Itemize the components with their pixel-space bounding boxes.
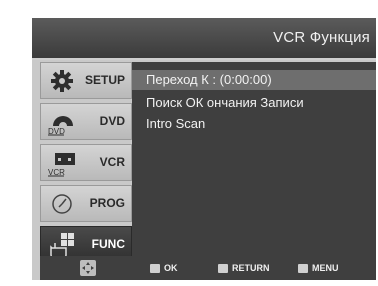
sidebar-item-setup[interactable]: SETUP <box>40 62 132 99</box>
hint-label: RETURN <box>232 263 270 273</box>
hint-ok: OK <box>150 261 178 275</box>
dvd-icon: DVD <box>47 108 77 136</box>
sidebar-item-label: VCR <box>99 155 125 169</box>
sidebar: SETUP DVD DVD VCR VCR PROG FUNC <box>40 62 132 267</box>
menu-item-end-search[interactable]: Поиск ОК ончания Записи <box>132 93 376 113</box>
gear-icon <box>47 67 77 95</box>
hint-label: MENU <box>312 263 339 273</box>
sidebar-item-dvd[interactable]: DVD DVD <box>40 103 132 140</box>
sidebar-item-vcr[interactable]: VCR VCR <box>40 144 132 181</box>
sidebar-item-prog[interactable]: PROG <box>40 185 132 222</box>
sidebar-item-label: PROG <box>89 196 125 210</box>
menu-item-intro-scan[interactable]: Intro Scan <box>132 114 376 134</box>
hint-menu: MENU <box>298 261 339 275</box>
menu-panel: Переход К : (0:00:00) Поиск ОК ончания З… <box>132 62 376 257</box>
footer-hints: OK RETURN MENU <box>132 256 376 280</box>
hint-return: RETURN <box>218 261 270 275</box>
sidebar-item-label: SETUP <box>84 73 125 87</box>
hint-label: OK <box>164 263 178 273</box>
timer-icon <box>47 190 77 218</box>
return-icon <box>218 264 228 274</box>
hand-icon <box>47 231 77 259</box>
menu-icon <box>298 264 308 274</box>
directional-pad-icon <box>79 259 97 277</box>
menu-item-goto[interactable]: Переход К : (0:00:00) <box>132 70 376 90</box>
sidebar-item-label: DVD <box>99 114 125 128</box>
title-bar: VCR Функция <box>32 18 376 60</box>
osd-screen: VCR Функция SETUP DVD DVD VCR VCR PROG F… <box>32 18 376 280</box>
vcr-icon: VCR <box>47 149 77 177</box>
page-title: VCR Функция <box>273 29 370 46</box>
enter-icon <box>150 264 160 274</box>
footer-nav <box>40 256 132 280</box>
sidebar-item-label: FUNC <box>91 237 125 251</box>
